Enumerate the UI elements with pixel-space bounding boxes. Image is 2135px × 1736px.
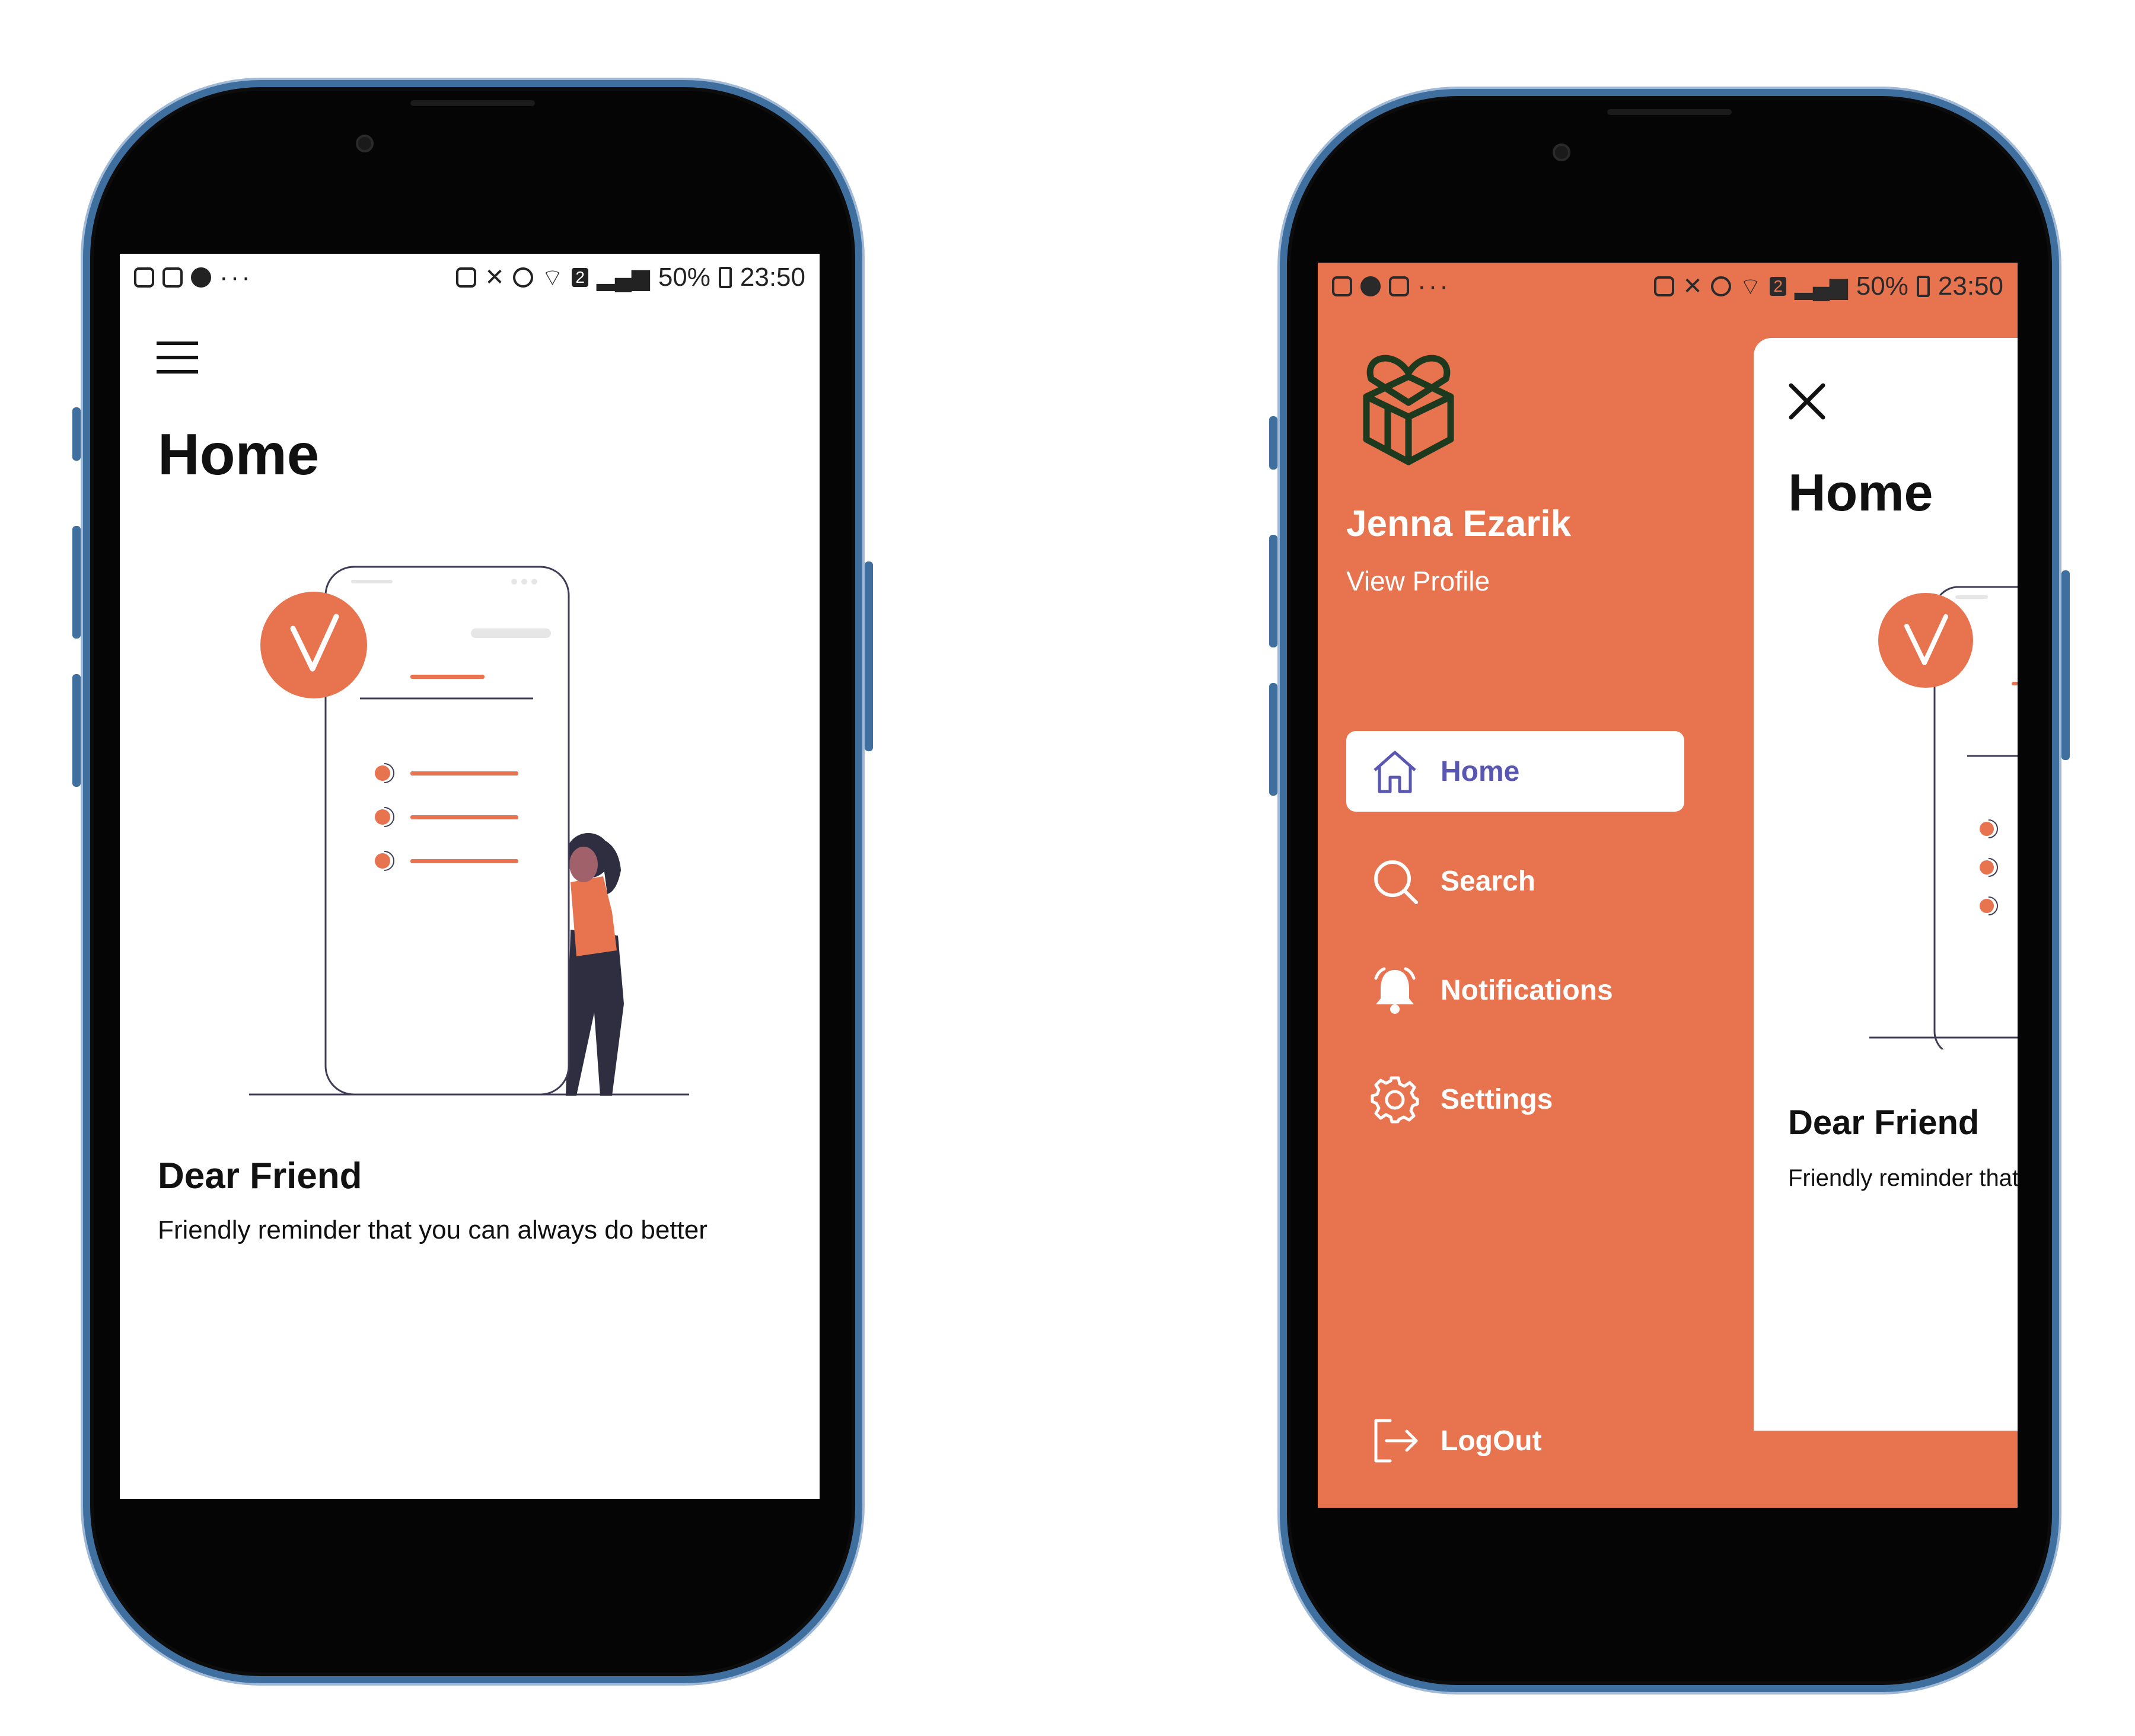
phone-illustration (260, 566, 570, 1096)
power-button (865, 561, 873, 751)
clock: 23:50 (1938, 272, 2003, 301)
more-notifications-icon: ··· (219, 263, 253, 292)
battery-saver-icon (456, 267, 477, 288)
page-title: Home (158, 422, 320, 487)
nav-item-search[interactable]: Search (1368, 854, 1535, 908)
app-icon (1360, 276, 1381, 296)
heart-box-logo-icon (1363, 355, 1454, 465)
nav-label-settings: Settings (1441, 1083, 1553, 1115)
nav-label-notifications: Notifications (1441, 974, 1613, 1006)
bell-icon (1368, 963, 1422, 1017)
mute-icon: ✕ (485, 264, 505, 291)
nav-item-home-content: Home (1368, 745, 1519, 798)
instagram-icon (1332, 276, 1352, 296)
battery-saver-icon (1654, 276, 1675, 296)
content-preview-panel[interactable]: Home Dear Friend Friendly reminder that (1754, 338, 2018, 1431)
sim-badge: 2 (1770, 277, 1786, 296)
nav-label-home: Home (1441, 755, 1520, 787)
signal-icon: ▂▄▆ (596, 264, 650, 291)
battery-percent: 50% (1856, 272, 1908, 301)
gallery-icon (134, 267, 154, 288)
profile-name: Jenna Ezarik (1346, 503, 1572, 544)
clock: 23:50 (740, 263, 805, 292)
alarm-icon (1710, 276, 1731, 296)
nav-label-search: Search (1441, 865, 1536, 897)
mute-icon: ✕ (1682, 273, 1703, 299)
gear-icon (1368, 1073, 1422, 1126)
search-icon (1368, 854, 1422, 908)
more-notifications-icon: ··· (1417, 272, 1451, 301)
battery-icon (1916, 276, 1930, 297)
preview-card-text: Friendly reminder that (1788, 1165, 2018, 1191)
preview-illustration (1869, 586, 2018, 1049)
volume-button (72, 407, 81, 461)
view-profile-link[interactable]: View Profile (1346, 565, 1490, 597)
volume-button (1269, 535, 1277, 647)
status-bar: ··· ✕ ⌔ 2 ▂▄▆ 50% 23:50 (1318, 263, 2018, 310)
logout-icon (1368, 1414, 1422, 1467)
card-text: Friendly reminder that you can always do… (158, 1215, 708, 1244)
logout-label: LogOut (1441, 1425, 1542, 1457)
power-button (2061, 570, 2070, 760)
battery-icon (718, 267, 732, 288)
app-icon (191, 267, 211, 288)
right-screen: ··· ✕ ⌔ 2 ▂▄▆ 50% 23:50 Jenna Ezarik Vie… (1318, 263, 2018, 1508)
left-screen: ··· ✕ ⌔ 2 ▂▄▆ 50% 23:50 Home Dear Friend… (120, 254, 820, 1499)
speaker-grille (410, 100, 535, 106)
volume-button (72, 674, 81, 787)
alarm-icon (512, 267, 533, 288)
speaker-grille (1607, 109, 1732, 115)
status-bar: ··· ✕ ⌔ 2 ▂▄▆ 50% 23:50 (120, 254, 820, 301)
hamburger-icon[interactable] (157, 342, 198, 374)
volume-button (1269, 683, 1277, 796)
nav-item-settings[interactable]: Settings (1368, 1073, 1553, 1126)
woman-figure (566, 833, 624, 1096)
wifi-icon: ⌔ (541, 265, 564, 291)
preview-page-title: Home (1788, 463, 1933, 522)
instagram-icon (1389, 276, 1409, 296)
front-camera (356, 135, 374, 152)
nav-item-notifications[interactable]: Notifications (1368, 963, 1613, 1017)
logout-button[interactable]: LogOut (1368, 1414, 1542, 1467)
battery-percent: 50% (658, 263, 710, 292)
volume-button (1269, 416, 1277, 470)
checklist-illustration (249, 566, 689, 1096)
front-camera (1553, 143, 1570, 161)
preview-card-title: Dear Friend (1788, 1103, 1980, 1142)
instagram-icon (162, 267, 183, 288)
signal-icon: ▂▄▆ (1794, 273, 1848, 299)
close-icon[interactable] (1786, 381, 1828, 422)
home-icon (1368, 745, 1422, 798)
wifi-icon: ⌔ (1739, 274, 1762, 300)
card-title: Dear Friend (158, 1156, 362, 1196)
sim-badge: 2 (572, 268, 588, 287)
volume-button (72, 526, 81, 639)
